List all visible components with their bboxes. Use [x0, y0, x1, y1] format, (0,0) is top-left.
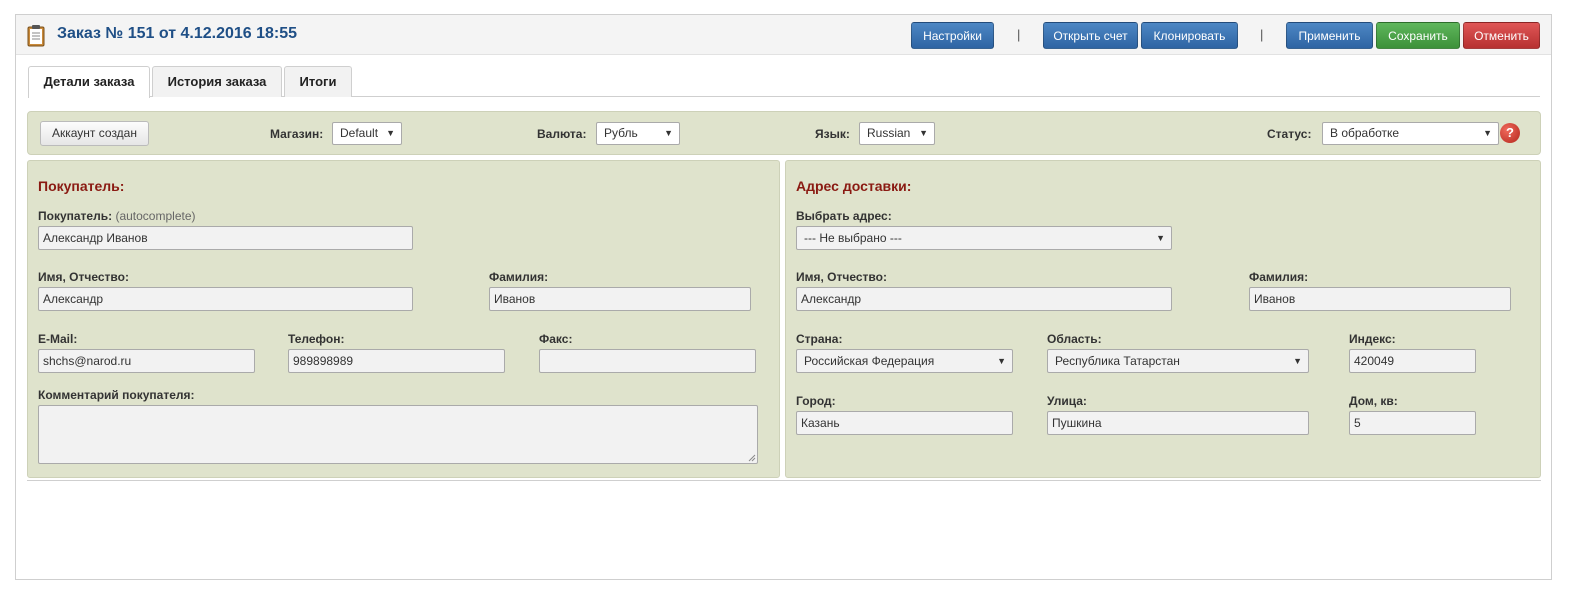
divider: [27, 480, 1541, 481]
currency-select-value: Рубль: [604, 126, 638, 140]
region-select-value: Республика Татарстан: [1055, 354, 1180, 368]
tab-order-history[interactable]: История заказа: [152, 66, 282, 97]
buyer-section-title: Покупатель:: [38, 178, 125, 194]
shop-select[interactable]: Default ▼: [332, 122, 402, 145]
settings-button[interactable]: Настройки: [911, 22, 994, 49]
save-button[interactable]: Сохранить: [1376, 22, 1460, 49]
autocomplete-hint: (autocomplete): [115, 209, 196, 223]
house-input[interactable]: 5: [1349, 411, 1476, 435]
chevron-down-icon: ▼: [1156, 233, 1165, 243]
tab-totals[interactable]: Итоги: [284, 66, 352, 97]
chevron-down-icon: ▼: [919, 128, 928, 138]
zip-input[interactable]: 420049: [1349, 349, 1476, 373]
cancel-button[interactable]: Отменить: [1463, 22, 1540, 49]
city-label: Город:: [796, 394, 836, 408]
chevron-down-icon: ▼: [1483, 128, 1492, 138]
first-name-label: Имя, Отчество:: [38, 270, 129, 284]
currency-label: Валюта:: [537, 127, 587, 141]
comment-textarea[interactable]: [38, 405, 758, 464]
country-select[interactable]: Российская Федерация ▼: [796, 349, 1013, 373]
clipboard-icon: [27, 25, 45, 47]
status-label: Статус:: [1267, 127, 1312, 141]
email-input[interactable]: shchs@narod.ru: [38, 349, 255, 373]
street-input[interactable]: Пушкина: [1047, 411, 1309, 435]
email-label: E-Mail:: [38, 332, 78, 346]
order-window: Заказ № 151 от 4.12.2016 18:55 Настройки…: [15, 14, 1552, 580]
page-title: Заказ № 151 от 4.12.2016 18:55: [57, 25, 298, 42]
shop-label: Магазин:: [270, 127, 324, 141]
select-address-value: --- Не выбрано ---: [804, 231, 902, 245]
separator: |: [1017, 27, 1021, 42]
street-label: Улица:: [1047, 394, 1087, 408]
status-select[interactable]: В обработке ▼: [1322, 122, 1499, 145]
order-settings-bar: Аккаунт создан Магазин: Default ▼ Валюта…: [27, 111, 1541, 155]
chevron-down-icon: ▼: [664, 128, 673, 138]
resize-handle-icon[interactable]: [748, 454, 756, 462]
fax-input[interactable]: [539, 349, 756, 373]
country-select-value: Российская Федерация: [804, 354, 935, 368]
separator: |: [1260, 27, 1264, 42]
last-name-input[interactable]: Иванов: [489, 287, 751, 311]
clone-button[interactable]: Клонировать: [1141, 22, 1238, 49]
house-label: Дом, кв:: [1349, 394, 1398, 408]
last-name-label: Фамилия:: [489, 270, 549, 284]
customer-label: Покупатель: (autocomplete): [38, 209, 196, 223]
chevron-down-icon: ▼: [386, 128, 395, 138]
city-input[interactable]: Казань: [796, 411, 1013, 435]
shipping-panel: Адрес доставки: Выбрать адрес: --- Не вы…: [785, 160, 1541, 478]
ship-first-name-input[interactable]: Александр: [796, 287, 1172, 311]
chevron-down-icon: ▼: [1293, 356, 1302, 366]
fax-label: Факс:: [539, 332, 573, 346]
status-select-value: В обработке: [1330, 126, 1400, 140]
open-invoice-button[interactable]: Открыть счет: [1043, 22, 1138, 49]
comment-label: Комментарий покупателя:: [38, 388, 195, 402]
region-label: Область:: [1047, 332, 1102, 346]
select-address-dropdown[interactable]: --- Не выбрано --- ▼: [796, 226, 1172, 250]
tab-order-details[interactable]: Детали заказа: [28, 66, 150, 98]
help-icon[interactable]: ?: [1500, 123, 1520, 143]
region-select[interactable]: Республика Татарстан ▼: [1047, 349, 1309, 373]
title-bar: Заказ № 151 от 4.12.2016 18:55 Настройки…: [16, 15, 1551, 55]
ship-last-name-label: Фамилия:: [1249, 270, 1309, 284]
currency-select[interactable]: Рубль ▼: [596, 122, 680, 145]
ship-first-name-label: Имя, Отчество:: [796, 270, 887, 284]
country-label: Страна:: [796, 332, 843, 346]
language-label: Язык:: [815, 127, 850, 141]
customer-label-text: Покупатель:: [38, 209, 113, 223]
select-address-label: Выбрать адрес:: [796, 209, 892, 223]
buyer-panel: Покупатель: Покупатель: (autocomplete) А…: [27, 160, 780, 478]
chevron-down-icon: ▼: [997, 356, 1006, 366]
language-select[interactable]: Russian ▼: [859, 122, 935, 145]
account-created-button[interactable]: Аккаунт создан: [40, 121, 149, 146]
phone-label: Телефон:: [288, 332, 345, 346]
phone-input[interactable]: 989898989: [288, 349, 505, 373]
zip-label: Индекс:: [1349, 332, 1396, 346]
first-name-input[interactable]: Александр: [38, 287, 413, 311]
language-select-value: Russian: [867, 126, 911, 140]
apply-button[interactable]: Применить: [1286, 22, 1373, 49]
shop-select-value: Default: [340, 126, 379, 140]
shipping-section-title: Адрес доставки:: [796, 178, 912, 194]
customer-input[interactable]: Александр Иванов: [38, 226, 413, 250]
ship-last-name-input[interactable]: Иванов: [1249, 287, 1511, 311]
